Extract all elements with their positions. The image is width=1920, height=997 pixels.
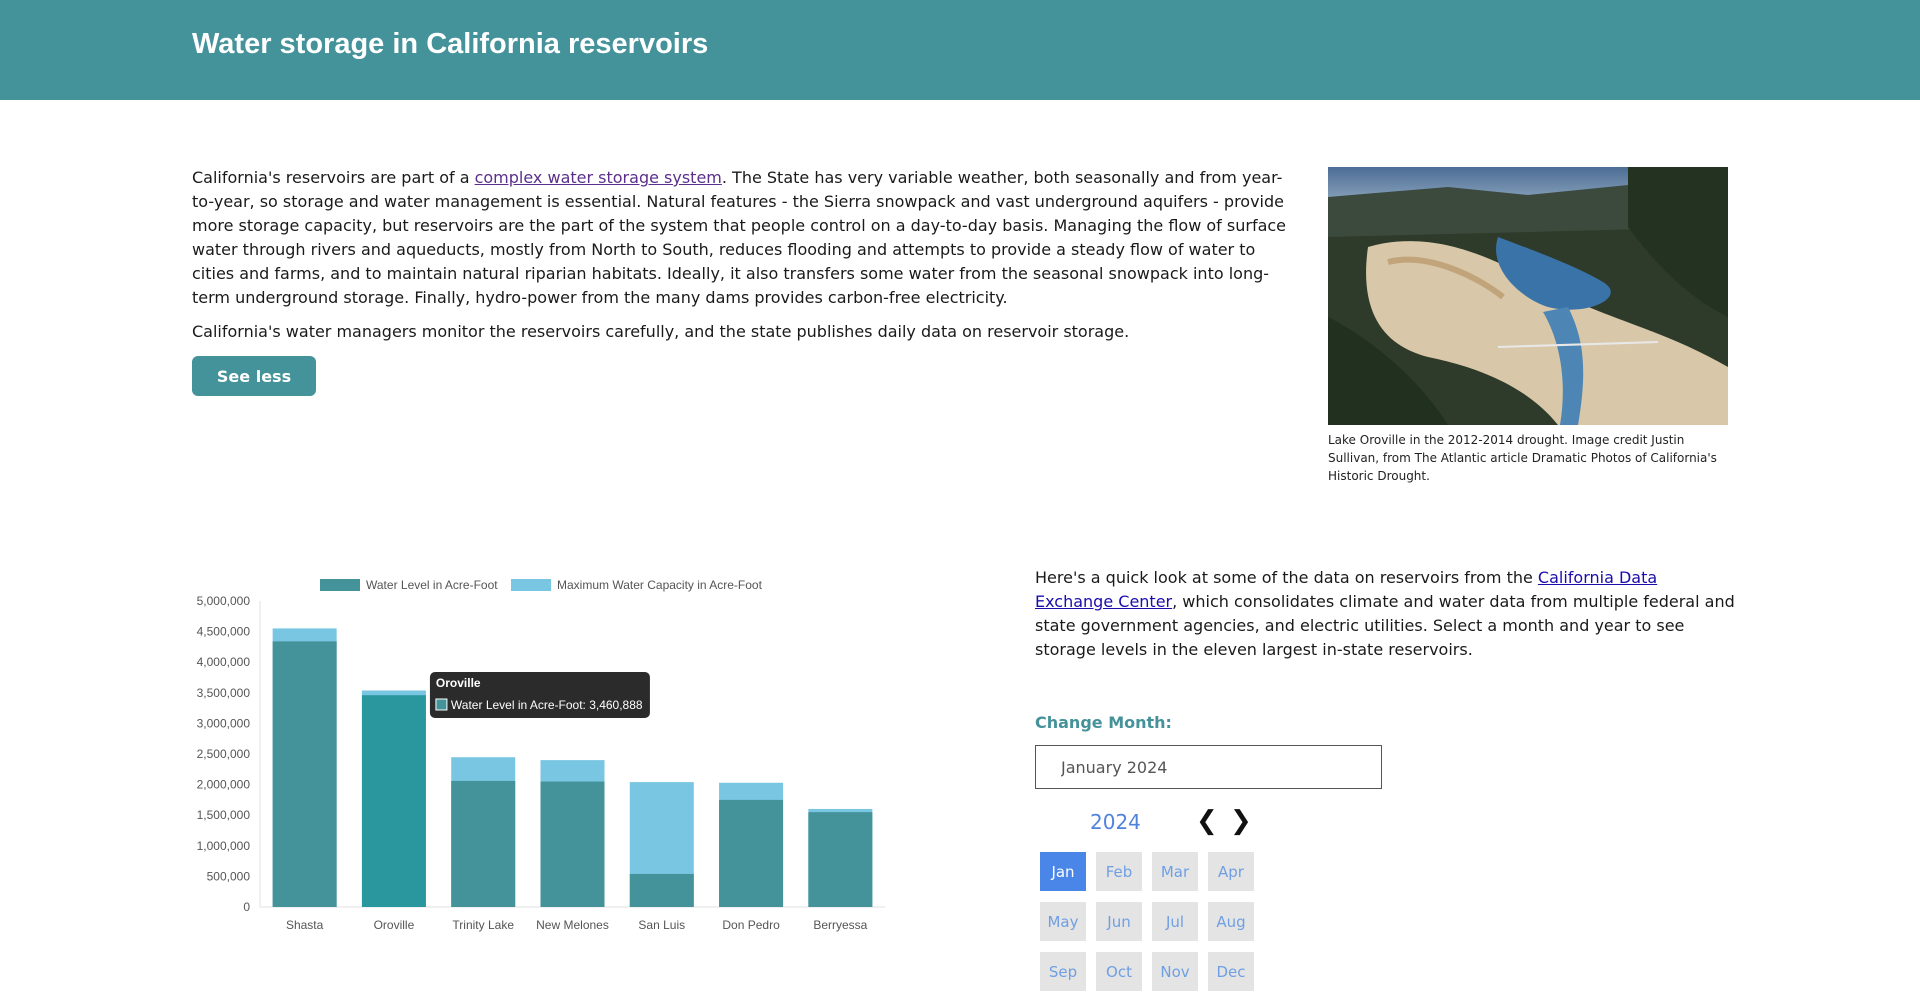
y-tick-label: 4,000,000: [197, 655, 251, 669]
legend-label: Water Level in Acre-Foot: [366, 578, 498, 592]
y-tick-label: 1,500,000: [197, 808, 251, 822]
y-tick-label: 500,000: [207, 869, 251, 883]
month-button-nov[interactable]: Nov: [1152, 952, 1198, 991]
month-button-dec[interactable]: Dec: [1208, 952, 1254, 991]
y-tick-label: 4,500,000: [197, 625, 251, 639]
month-button-mar[interactable]: Mar: [1152, 852, 1198, 891]
intro-section: California's reservoirs are part of a co…: [192, 166, 1302, 396]
y-tick-label: 3,000,000: [197, 716, 251, 730]
intro-text-after-link: . The State has very variable weather, b…: [192, 168, 1287, 307]
month-button-oct[interactable]: Oct: [1096, 952, 1142, 991]
next-year-icon[interactable]: ❯: [1230, 808, 1252, 834]
x-tick-label: Shasta: [286, 918, 324, 932]
level-bar: [451, 780, 516, 907]
month-button-feb[interactable]: Feb: [1096, 852, 1142, 891]
tooltip-label: Water Level in Acre-Foot: 3,460,888: [451, 698, 643, 712]
legend-swatch: [320, 579, 360, 591]
x-tick-label: New Melones: [536, 918, 609, 932]
level-bar: [719, 799, 784, 907]
see-less-button[interactable]: See less: [192, 356, 316, 396]
x-tick-label: Berryessa: [813, 918, 867, 932]
photo-figure: Lake Oroville in the 2012-2014 drought. …: [1328, 167, 1728, 485]
y-tick-label: 2,000,000: [197, 778, 251, 792]
y-tick-label: 0: [243, 900, 250, 914]
legend-label: Maximum Water Capacity in Acre-Foot: [557, 578, 763, 592]
y-tick-label: 1,000,000: [197, 839, 251, 853]
photo-caption: Lake Oroville in the 2012-2014 drought. …: [1328, 433, 1717, 483]
lake-oroville-photo: [1328, 167, 1728, 425]
level-bar: [540, 781, 605, 907]
reservoir-bar-chart: 0 500,000 1,000,000 1,500,000 2,000,000 2,500…: [180, 570, 900, 940]
level-bar: [272, 641, 337, 907]
page-title: Water storage in California reservoirs: [192, 28, 709, 60]
chart-svg: 0 500,000 1,000,000 1,500,000 2,000,000 2,500…: [197, 578, 885, 932]
month-button-jan[interactable]: Jan: [1040, 852, 1086, 891]
month-button-aug[interactable]: Aug: [1208, 902, 1254, 941]
tooltip-swatch: [435, 698, 448, 711]
intro-paragraph-2: California's water managers monitor the …: [192, 322, 1130, 341]
y-tick-label: 2,500,000: [197, 747, 251, 761]
data-description-paragraph: Here's a quick look at some of the data …: [1035, 566, 1735, 662]
y-tick-label: 3,500,000: [197, 686, 251, 700]
level-bar: [808, 812, 873, 907]
month-input[interactable]: [1035, 745, 1382, 789]
intro-text-before-link: California's reservoirs are part of a: [192, 168, 475, 187]
month-button-sep[interactable]: Sep: [1040, 952, 1086, 991]
x-tick-label: San Luis: [638, 918, 685, 932]
month-button-jul[interactable]: Jul: [1152, 902, 1198, 941]
month-button-apr[interactable]: Apr: [1208, 852, 1254, 891]
change-month-label: Change Month:: [1035, 713, 1172, 732]
legend-swatch: [511, 579, 551, 591]
intro-paragraph-1: California's reservoirs are part of a co…: [192, 166, 1302, 310]
complex-water-storage-link[interactable]: complex water storage system: [475, 168, 722, 187]
page-header: Water storage in California reservoirs: [0, 0, 1920, 100]
month-button-may[interactable]: May: [1040, 902, 1086, 941]
x-tick-label: Trinity Lake: [452, 918, 514, 932]
year-label: 2024: [1090, 810, 1141, 834]
year-selector: 2024 ❮ ❯: [1090, 808, 1260, 836]
level-bar: [629, 873, 694, 907]
desc-text-before-link: Here's a quick look at some of the data …: [1035, 568, 1538, 587]
x-tick-label: Oroville: [374, 918, 415, 932]
month-button-jun[interactable]: Jun: [1096, 902, 1142, 941]
x-tick-label: Don Pedro: [722, 918, 780, 932]
previous-year-icon[interactable]: ❮: [1196, 808, 1218, 834]
tooltip-title: Oroville: [436, 676, 481, 690]
y-tick-label: 5,000,000: [197, 594, 251, 608]
data-description: Here's a quick look at some of the data …: [1035, 566, 1735, 662]
level-bar: [361, 695, 426, 907]
